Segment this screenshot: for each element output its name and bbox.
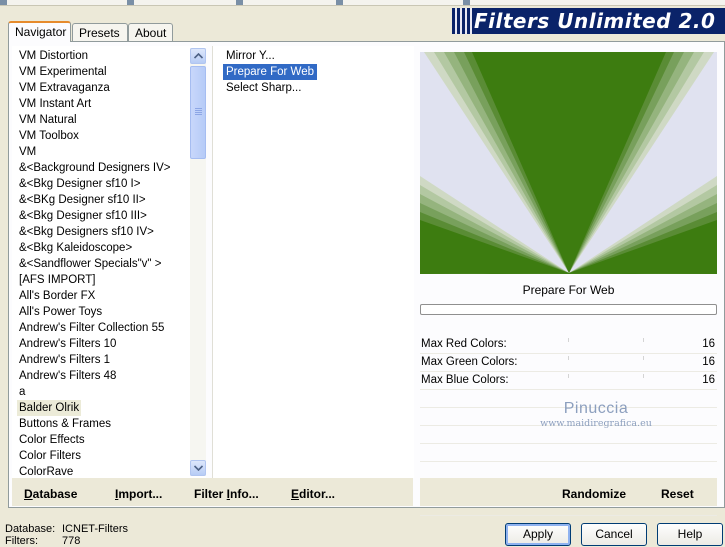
slider-tick: [568, 356, 569, 360]
category-item[interactable]: &<Bkg Designers sf10 IV>: [17, 224, 156, 240]
category-item[interactable]: &<Background Designers IV>: [17, 160, 173, 176]
toolbar-icon: [236, 0, 243, 5]
randomize-button[interactable]: Randomize: [562, 487, 626, 501]
param-row-red[interactable]: Max Red Colors: 16: [420, 336, 717, 354]
filter-item[interactable]: Select Sharp...: [223, 80, 304, 96]
category-item[interactable]: Andrew's Filters 1: [17, 352, 112, 368]
category-item[interactable]: VM Instant Art: [17, 96, 93, 112]
reset-button[interactable]: Reset: [661, 487, 694, 501]
slider-tick: [643, 356, 644, 360]
slider-tick: [643, 338, 644, 342]
category-item[interactable]: VM Natural: [17, 112, 79, 128]
category-item[interactable]: Buttons & Frames: [17, 416, 113, 432]
param-value: 16: [702, 338, 715, 350]
category-item[interactable]: a: [17, 384, 27, 400]
category-item[interactable]: Andrew's Filters 48: [17, 368, 118, 384]
filter-list[interactable]: Mirror Y... Prepare For Web Select Sharp..…: [212, 46, 414, 478]
watermark-name: Pinuccia: [563, 400, 629, 417]
toolbar-icon: [127, 0, 134, 5]
category-item[interactable]: Andrew's Filters 10: [17, 336, 118, 352]
category-item[interactable]: Color Filters: [17, 448, 83, 464]
help-button[interactable]: Help: [657, 523, 723, 546]
category-item[interactable]: ColorRave: [17, 464, 75, 478]
category-item[interactable]: All's Power Toys: [17, 304, 104, 320]
watermark: Pinuccia www.maidiregrafica.eu: [526, 400, 666, 429]
left-action-bar: Database Import... Filter Info... Editor…: [12, 478, 413, 506]
category-item[interactable]: Balder Olrik: [17, 400, 82, 416]
import-button[interactable]: Import...: [115, 487, 162, 501]
param-row-blue[interactable]: Max Blue Colors: 16: [420, 372, 717, 390]
host-toolbar-strip: [0, 0, 725, 6]
filter-item[interactable]: Mirror Y...: [223, 48, 278, 64]
progress-bar: [420, 304, 717, 315]
banner-pattern: [452, 8, 474, 34]
param-label: Max Red Colors:: [421, 338, 507, 350]
filters-count-value: 778: [62, 535, 81, 547]
database-label: Database:: [5, 523, 56, 535]
param-row-green[interactable]: Max Green Colors: 16: [420, 354, 717, 372]
tab-navigator[interactable]: Navigator: [8, 21, 71, 42]
category-item[interactable]: &<BKg Designer sf10 II>: [17, 192, 148, 208]
toolbar-icon: [0, 0, 7, 5]
chevron-up-icon: [194, 53, 203, 59]
database-button[interactable]: Database: [24, 487, 77, 501]
slider-tick: [643, 374, 644, 378]
cancel-button[interactable]: Cancel: [581, 523, 647, 546]
scroll-up-button[interactable]: [190, 48, 206, 64]
filter-info-button[interactable]: Filter Info...: [194, 487, 259, 501]
category-item[interactable]: &<Sandflower Specials"v" >: [17, 256, 163, 272]
tab-about[interactable]: About: [128, 23, 173, 41]
category-item[interactable]: Color Effects: [17, 432, 87, 448]
param-label: Max Green Colors:: [421, 356, 518, 368]
selected-filter-name: Prepare For Web: [522, 283, 615, 297]
category-list[interactable]: VM Distortion VM Experimental VM Extravaga…: [12, 46, 206, 478]
filter-item[interactable]: Prepare For Web: [223, 64, 317, 80]
category-item[interactable]: [AFS IMPORT]: [17, 272, 97, 288]
category-item[interactable]: VM Distortion: [17, 48, 90, 64]
param-label: Max Blue Colors:: [421, 374, 509, 386]
param-value: 16: [702, 356, 715, 368]
database-info: Database: ICNET-Filters Filters: 778: [5, 523, 128, 547]
slider-tick: [568, 338, 569, 342]
scroll-down-button[interactable]: [190, 460, 206, 476]
apply-button[interactable]: Apply: [505, 523, 571, 546]
category-scrollbar[interactable]: [190, 48, 206, 476]
param-row-empty: [420, 444, 717, 462]
grip-icon: [195, 108, 202, 116]
category-item[interactable]: VM: [17, 144, 38, 160]
category-item[interactable]: VM Extravaganza: [17, 80, 112, 96]
category-item[interactable]: Andrew's Filter Collection 55: [17, 320, 166, 336]
category-item[interactable]: All's Border FX: [17, 288, 97, 304]
database-value: ICNET-Filters: [62, 523, 128, 535]
app-banner: Filters Unlimited 2.0: [452, 8, 725, 34]
toolbar-icon: [336, 0, 343, 5]
category-item[interactable]: &<Bkg Kaleidoscope>: [17, 240, 134, 256]
toolbar-icon: [463, 0, 470, 5]
chevron-down-icon: [194, 465, 203, 471]
tab-presets[interactable]: Presets: [72, 23, 128, 41]
scroll-thumb[interactable]: [190, 66, 206, 159]
editor-button[interactable]: Editor...: [291, 487, 335, 501]
category-item[interactable]: &<Bkg Designer sf10 I>: [17, 176, 142, 192]
slider-tick: [568, 374, 569, 378]
category-item[interactable]: VM Experimental: [17, 64, 109, 80]
filters-count-label: Filters:: [5, 535, 38, 547]
category-item[interactable]: VM Toolbox: [17, 128, 81, 144]
filter-preview-image: [420, 52, 717, 274]
category-item[interactable]: &<Bkg Designer sf10 III>: [17, 208, 149, 224]
banner-title: Filters Unlimited 2.0: [474, 9, 716, 33]
param-value: 16: [702, 374, 715, 386]
watermark-url: www.maidiregrafica.eu: [540, 418, 652, 429]
right-action-bar: Randomize Reset: [420, 478, 717, 506]
